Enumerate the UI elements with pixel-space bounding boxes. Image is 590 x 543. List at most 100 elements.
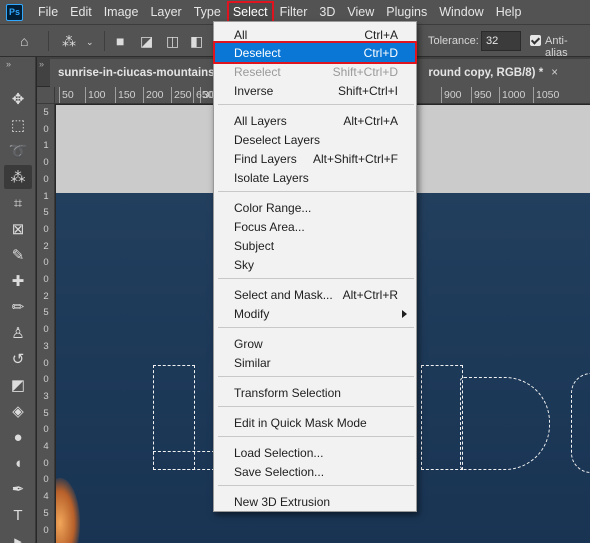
menu-item-new-3d-extrusion[interactable]: New 3D Extrusion [215,492,415,511]
ruler-label: 4 [43,491,49,503]
menu-item-select-and-mask[interactable]: Select and Mask... Alt+Ctrl+R [215,285,415,304]
rect-marquee-tool-icon[interactable]: ⬚ [4,113,32,137]
menu-item-find-layers[interactable]: Find Layers Alt+Shift+Ctrl+F [215,149,415,168]
menu-filter[interactable]: Filter [274,1,314,23]
menu-item-shortcut: Ctrl+A [364,27,398,42]
menu-item-grow[interactable]: Grow [215,334,415,353]
dodge-tool-icon[interactable]: ◖ [4,451,32,475]
menu-edit[interactable]: Edit [64,1,98,23]
menu-item-all-layers[interactable]: All Layers Alt+Ctrl+A [215,111,415,130]
intersect-selection-icon[interactable]: ◧ [190,33,203,50]
menu-view[interactable]: View [341,1,380,23]
menu-item-label: Deselect Layers [234,132,321,147]
eraser-tool-icon[interactable]: ◩ [4,373,32,397]
tools-panel: » ✥ ⬚ ➰ ⁂ ⌗ ⊠ ✎ ✚ ✏ ♙ ↺ ◩ ◈ ● ◖ ✒ T ▸ [0,57,36,543]
home-icon[interactable]: ⌂ [20,33,28,49]
menu-item-shortcut: Ctrl+D [363,45,398,60]
menu-separator [218,376,414,377]
menu-help[interactable]: Help [490,1,528,23]
menu-item-modify[interactable]: Modify [215,304,415,323]
menu-item-edit-in-quick-mask-mode[interactable]: Edit in Quick Mask Mode [215,413,415,432]
menu-plugins[interactable]: Plugins [380,1,433,23]
menu-item-all[interactable]: All Ctrl+A [215,25,415,44]
menu-item-isolate-layers[interactable]: Isolate Layers [215,168,415,187]
ruler-tick [143,87,144,103]
crop-tool-icon[interactable]: ⌗ [4,191,32,215]
ruler-label: 250 [174,89,192,101]
magic-wand-preset-icon[interactable]: ⁂ [62,33,76,50]
ruler-label: 5 [43,507,49,519]
type-tool-icon[interactable]: T [4,503,32,527]
move-tool-icon[interactable]: ✥ [4,87,32,111]
subtract-selection-icon[interactable]: ◫ [166,33,179,50]
menu-item-focus-area[interactable]: Focus Area... [215,217,415,236]
anti-alias-checkbox[interactable] [530,35,541,46]
menu-item-label: Load Selection... [234,445,324,460]
menu-separator [218,191,414,192]
ruler-label: 50 [62,89,74,101]
chevron-down-icon[interactable]: ⌄ [86,37,94,48]
ruler-label: 5 [43,207,49,219]
ruler-label: 0 [43,223,49,235]
menu-item-subject[interactable]: Subject [215,236,415,255]
ruler-label: 0 [43,257,49,269]
ruler-label: 650 [196,89,214,101]
frame-tool-icon[interactable]: ⊠ [4,217,32,241]
menu-separator [218,485,414,486]
ruler-label: 950 [474,89,492,101]
brush-tool-icon[interactable]: ✏ [4,295,32,319]
ruler-tick [59,87,60,103]
menu-item-sky[interactable]: Sky [215,255,415,274]
menu-item-save-selection[interactable]: Save Selection... [215,462,415,481]
tolerance-label: Tolerance: [428,35,479,47]
menu-select[interactable]: Select [226,1,274,23]
ruler-corner [37,87,55,104]
menu-item-deselect[interactable]: Deselect Ctrl+D [213,41,417,64]
lasso-tool-icon[interactable]: ➰ [4,139,32,163]
selection-marquee [153,451,215,470]
menu-items: File Edit Image Layer Type Select Filter 3D View… [32,1,527,23]
menu-file[interactable]: File [32,1,64,23]
ruler-label: 3 [43,340,49,352]
ruler-label: 0 [43,357,49,369]
menu-item-color-range[interactable]: Color Range... [215,198,415,217]
ruler-label: 100 [88,89,106,101]
menu-item-shortcut: Shift+Ctrl+D [332,64,398,79]
menu-type[interactable]: Type [188,1,227,23]
history-brush-tool-icon[interactable]: ↺ [4,347,32,371]
ruler-tick [533,87,534,103]
menu-item-inverse[interactable]: Inverse Shift+Ctrl+I [215,81,415,100]
menu-item-deselect-layers[interactable]: Deselect Layers [215,130,415,149]
menu-item-load-selection[interactable]: Load Selection... [215,443,415,462]
ruler-label: 1 [43,140,49,152]
submenu-arrow-icon [402,309,407,318]
close-tab-icon[interactable]: × [551,67,558,79]
menu-item-transform-selection[interactable]: Transform Selection [215,383,415,402]
collapse-panel-icon[interactable]: » [6,59,11,69]
menu-item-label: Sky [234,257,255,272]
menu-layer[interactable]: Layer [144,1,187,23]
menu-item-label: Deselect [234,45,281,60]
menu-item-similar[interactable]: Similar [215,353,415,372]
pen-tool-icon[interactable]: ✒ [4,477,32,501]
selection-marquee [571,373,590,473]
menu-item-shortcut: Alt+Ctrl+A [343,113,398,128]
add-to-selection-icon[interactable]: ◪ [140,33,153,50]
eyedropper-tool-icon[interactable]: ✎ [4,243,32,267]
magic-wand-tool-icon[interactable]: ⁂ [4,165,32,189]
menu-window[interactable]: Window [433,1,489,23]
menu-image[interactable]: Image [98,1,145,23]
tab-overflow-icon[interactable]: » [37,57,50,87]
clone-stamp-tool-icon[interactable]: ♙ [4,321,32,345]
tolerance-input[interactable] [481,31,521,51]
menu-3d[interactable]: 3D [313,1,341,23]
path-selection-tool-icon[interactable]: ▸ [4,529,32,543]
healing-brush-tool-icon[interactable]: ✚ [4,269,32,293]
ruler-tick [441,87,442,103]
blur-tool-icon[interactable]: ● [4,425,32,449]
paint-bucket-tool-icon[interactable]: ◈ [4,399,32,423]
ruler-label: 3 [43,390,49,402]
tab-title-right: round copy, RGB/8) * [428,67,544,79]
new-selection-icon[interactable]: ■ [116,33,124,49]
menu-item-reselect[interactable]: Reselect Shift+Ctrl+D [215,62,415,81]
